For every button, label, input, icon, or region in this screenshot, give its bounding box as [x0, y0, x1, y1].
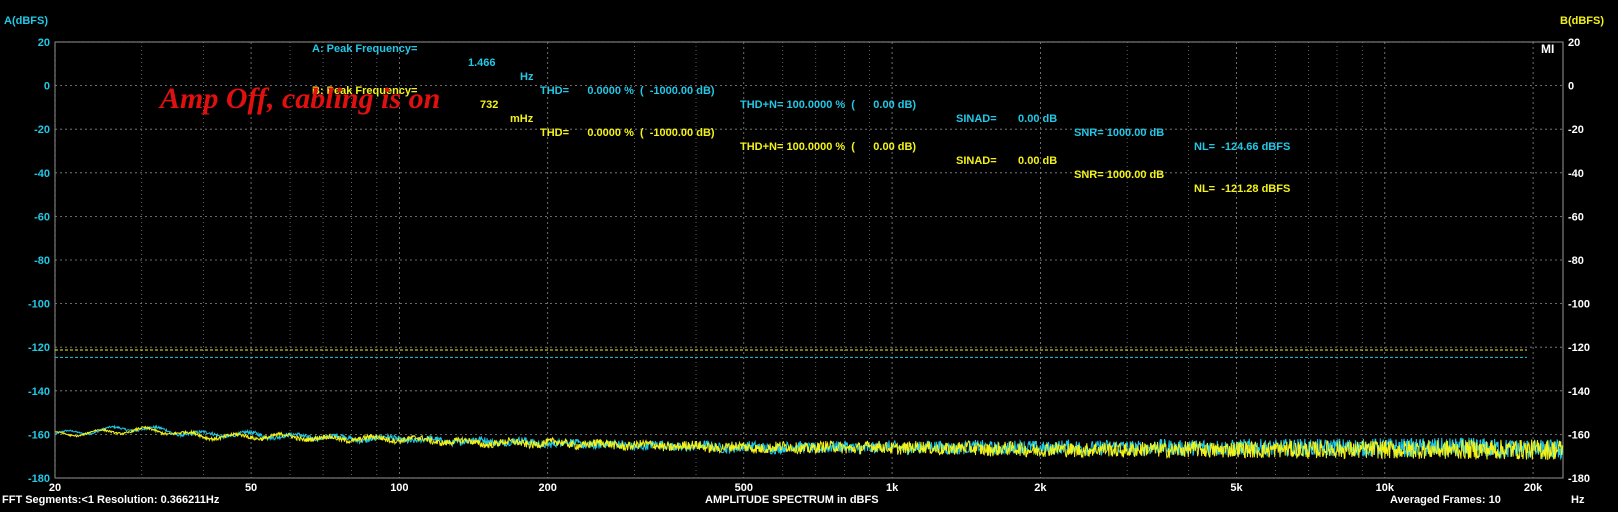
y-ticks-left: 20 0 -20 -40 -60 -80 -100 -120 -140 -160 -180 — [28, 37, 50, 485]
x-tick-label: 5k — [1230, 482, 1243, 494]
x-tick-label: 200 — [539, 482, 557, 494]
y-tick-label-left: -180 — [28, 473, 50, 485]
x-tick-label: 2k — [1034, 482, 1047, 494]
y-tick-label-right: -40 — [1568, 168, 1584, 180]
b-sinad: SINAD= 0.00 dB — [956, 155, 1058, 167]
y-tick-label-right: 0 — [1568, 81, 1574, 93]
y-tick-label-left: -20 — [34, 124, 50, 136]
b-thd: THD= 0.0000 % ( -1000.00 dB) — [540, 127, 715, 139]
b-peak-value: 732 — [480, 99, 499, 111]
x-tick-label: 1k — [886, 482, 899, 494]
x-tick-label: 50 — [245, 482, 257, 494]
b-nl: NL= -121.28 dBFS — [1194, 183, 1291, 195]
a-nl: NL= -124.66 dBFS — [1194, 141, 1291, 153]
y-axis-label-left: A(dBFS) — [4, 15, 48, 27]
y-tick-label-left: -140 — [28, 386, 50, 398]
header-row-a: A: Peak Frequency= 1.466 Hz THD= 0.0000 … — [312, 28, 1290, 153]
y-tick-label-left: 20 — [38, 37, 50, 49]
y-tick-label-right: 20 — [1568, 37, 1580, 49]
x-axis-unit: Hz — [1571, 494, 1585, 506]
corner-mark: MI — [1541, 42, 1555, 56]
a-snr: SNR= 1000.00 dB — [1074, 127, 1165, 139]
y-tick-label-right: -100 — [1568, 299, 1590, 311]
a-peak-unit: Hz — [520, 71, 534, 83]
a-peak-value: 1.466 — [468, 57, 496, 69]
footer-fft-info: FFT Segments:<1 Resolution: 0.366211Hz — [2, 494, 220, 506]
y-tick-label-left: -100 — [28, 299, 50, 311]
y-tick-label-right: -120 — [1568, 342, 1590, 354]
x-tick-label: 10k — [1376, 482, 1395, 494]
footer-chart-title: AMPLITUDE SPECTRUM in dBFS — [705, 494, 879, 506]
a-thd: THD= 0.0000 % ( -1000.00 dB) — [540, 85, 715, 97]
y-tick-label-right: -80 — [1568, 255, 1584, 267]
b-snr: SNR= 1000.00 dB — [1074, 169, 1165, 181]
y-tick-label-left: -160 — [28, 429, 50, 441]
footer-averaged-frames: Averaged Frames: 10 — [1390, 494, 1501, 506]
x-tick-label: 500 — [735, 482, 753, 494]
y-tick-label-left: -60 — [34, 211, 50, 223]
a-peak-label: A: Peak Frequency= — [312, 43, 418, 55]
y-tick-label-right: -160 — [1568, 429, 1590, 441]
y-tick-label-right: -20 — [1568, 124, 1584, 136]
y-tick-label-left: -40 — [34, 168, 50, 180]
x-tick-label: 100 — [390, 482, 408, 494]
b-thdn: THD+N= 100.0000 % ( 0.00 dB) — [740, 141, 917, 153]
y-tick-label-left: -80 — [34, 255, 50, 267]
y-tick-label-right: -180 — [1568, 473, 1590, 485]
x-tick-label: 20k — [1524, 482, 1543, 494]
x-tick-label: 20 — [49, 482, 61, 494]
a-sinad: SINAD= 0.00 dB — [956, 113, 1058, 125]
b-peak-unit: mHz — [510, 113, 534, 125]
y-tick-label-right: -60 — [1568, 211, 1584, 223]
spectrum-chart: 200-20-40-60-80-100-120-140-160-180 200-… — [28, 37, 1590, 494]
y-tick-label-right: -140 — [1568, 386, 1590, 398]
annotation-text: Amp Off, cabling is on — [160, 82, 441, 115]
a-thdn: THD+N= 100.0000 % ( 0.00 dB) — [740, 99, 917, 111]
x-ticks: 20 50 100 200 500 1k 2k 5k 10k 20k — [49, 482, 1543, 494]
y-tick-label-left: 0 — [44, 81, 50, 93]
y-axis-label-right: B(dBFS) — [1560, 15, 1604, 27]
y-ticks-right: 20 0 -20 -40 -60 -80 -100 -120 -140 -160 -180 — [1568, 37, 1590, 485]
y-tick-label-left: -120 — [28, 342, 50, 354]
